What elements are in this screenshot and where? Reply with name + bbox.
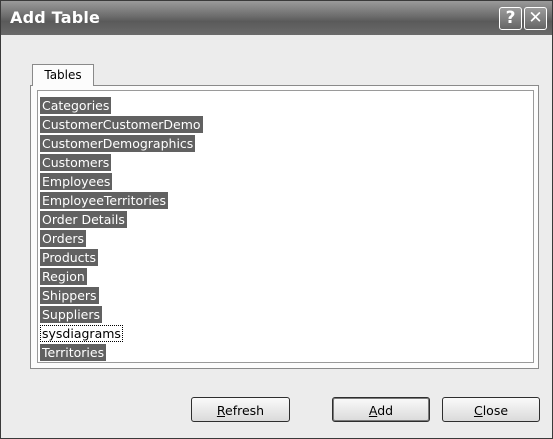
refresh-button[interactable]: Refresh	[191, 397, 290, 422]
list-item[interactable]: sysdiagrams	[40, 323, 203, 342]
tables-tab-panel: Categories CustomerCustomerDemo CustomerDe…	[30, 85, 539, 369]
list-item[interactable]: EmployeeTerritories	[40, 190, 203, 209]
refresh-label-rest: efresh	[225, 403, 265, 418]
table-name: Suppliers	[40, 306, 103, 323]
add-button[interactable]: Add	[332, 397, 430, 422]
dialog-body: Tables Categories CustomerCustomerDemo Cus…	[1, 35, 552, 438]
list-item[interactable]: Suppliers	[40, 304, 203, 323]
table-name: Orders	[40, 230, 87, 247]
list-item[interactable]: Employees	[40, 171, 203, 190]
table-name: Categories	[40, 97, 112, 114]
table-name: Employees	[40, 173, 113, 190]
add-label-rest: dd	[377, 403, 394, 418]
table-name: Order Details	[40, 211, 127, 228]
list-item[interactable]: Orders	[40, 228, 203, 247]
table-name: EmployeeTerritories	[40, 192, 169, 209]
refresh-accel: R	[216, 403, 226, 418]
add-table-dialog: Add Table ? ✕ Tables Categories CustomerC…	[0, 0, 553, 439]
close-label-rest: lose	[482, 403, 509, 418]
table-name: Region	[40, 268, 87, 285]
close-button[interactable]: Close	[442, 397, 540, 422]
list-item[interactable]: Shippers	[40, 285, 203, 304]
table-name: CustomerCustomerDemo	[40, 116, 203, 133]
close-accel: C	[473, 403, 483, 418]
list-item[interactable]: Order Details	[40, 209, 203, 228]
title-bar[interactable]: Add Table ? ✕	[1, 1, 552, 35]
table-name: sysdiagrams	[40, 325, 123, 342]
table-name: Shippers	[40, 287, 99, 304]
list-item[interactable]: CustomerDemographics	[40, 133, 203, 152]
tab-tables[interactable]: Tables	[32, 64, 94, 86]
tables-list-items: Categories CustomerCustomerDemo CustomerDe…	[40, 95, 203, 361]
list-item[interactable]: Products	[40, 247, 203, 266]
tables-list[interactable]: Categories CustomerCustomerDemo CustomerDe…	[37, 90, 534, 363]
close-window-button[interactable]: ✕	[524, 7, 547, 30]
list-item[interactable]: Territories	[40, 342, 203, 361]
dialog-title: Add Table	[10, 8, 101, 27]
list-item[interactable]: CustomerCustomerDemo	[40, 114, 203, 133]
table-name: Customers	[40, 154, 112, 171]
table-name: CustomerDemographics	[40, 135, 196, 152]
list-item[interactable]: Categories	[40, 95, 203, 114]
list-item[interactable]: Customers	[40, 152, 203, 171]
list-item[interactable]: Region	[40, 266, 203, 285]
table-name: Territories	[40, 344, 107, 361]
add-accel: A	[368, 403, 378, 418]
help-button[interactable]: ?	[499, 7, 522, 30]
table-name: Products	[40, 249, 98, 266]
